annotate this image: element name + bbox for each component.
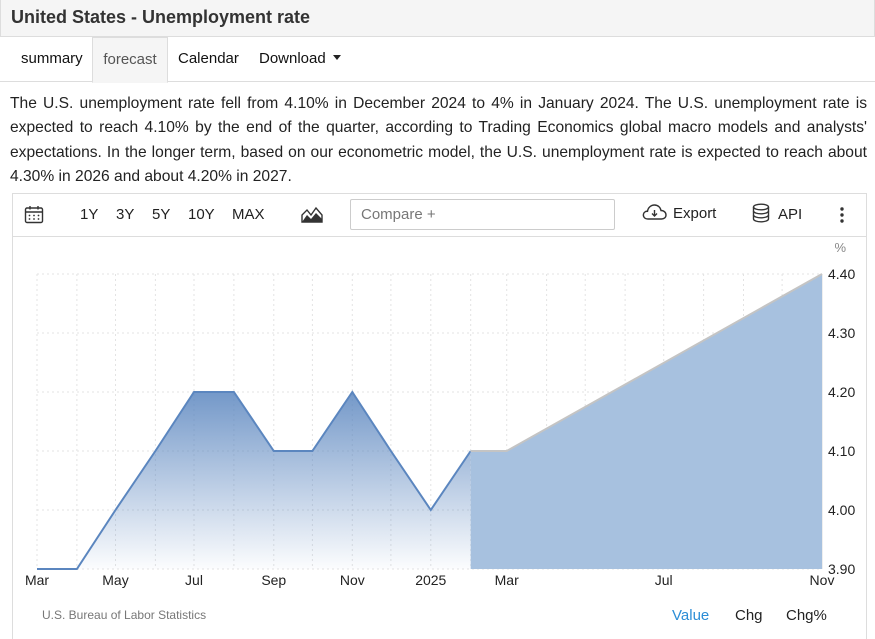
y-tick-label: 4.20: [828, 384, 855, 400]
chart-toolbar: 1Y 3Y 5Y 10Y MAX Export API: [13, 194, 866, 237]
unit-label: %: [834, 240, 846, 255]
tab-download[interactable]: Download: [259, 37, 341, 80]
range-1y[interactable]: 1Y: [80, 206, 98, 223]
range-3y[interactable]: 3Y: [116, 206, 134, 223]
cloud-download-icon: [642, 204, 667, 220]
range-max[interactable]: MAX: [232, 206, 265, 223]
export-button[interactable]: Export: [642, 204, 717, 223]
x-tick-label: Sep: [261, 572, 286, 588]
y-tick-label: 4.30: [828, 325, 855, 341]
compare-input[interactable]: [350, 199, 615, 230]
calendar-icon[interactable]: [24, 205, 44, 228]
export-label: Export: [673, 205, 717, 222]
area-layer: [37, 273, 823, 570]
x-tick-label: Nov: [810, 572, 835, 588]
chevron-down-icon: [332, 54, 341, 60]
download-label: Download: [259, 50, 326, 67]
tab-summary[interactable]: summary: [21, 37, 83, 80]
x-tick-label: Jul: [185, 572, 203, 588]
forecast-area: [470, 274, 822, 569]
page-title: United States - Unemployment rate: [11, 7, 311, 27]
chart-plot: % 3.904.004.104.204.304.40Mar May Jul Sep No…: [25, 240, 856, 588]
x-tick-label: 2025: [415, 572, 446, 588]
x-tick-label: Mar: [25, 572, 49, 588]
x-tick-label: May: [102, 572, 128, 588]
x-tick-label: Jul: [655, 572, 673, 588]
chgpct-toggle[interactable]: Chg%: [786, 607, 827, 624]
chart-container: 1Y 3Y 5Y 10Y MAX Export API: [12, 193, 867, 639]
chart-type-icon[interactable]: [301, 206, 323, 228]
range-5y[interactable]: 5Y: [152, 206, 170, 223]
chg-toggle[interactable]: Chg: [735, 607, 763, 624]
source-label: U.S. Bureau of Labor Statistics: [42, 608, 207, 622]
database-icon: [752, 203, 770, 223]
tab-bar: summary forecast Calendar Download: [0, 37, 875, 83]
more-options-icon[interactable]: [839, 207, 845, 227]
range-10y[interactable]: 10Y: [188, 206, 215, 223]
y-tick-label: 4.10: [828, 443, 855, 459]
x-tick-label: Mar: [495, 572, 519, 588]
x-tick-label: Nov: [340, 572, 365, 588]
y-tick-label: 4.00: [828, 502, 855, 518]
api-label: API: [778, 205, 803, 223]
tab-calendar[interactable]: Calendar: [178, 37, 239, 80]
title-bar: United States - Unemployment rate: [0, 0, 875, 37]
api-button[interactable]: API: [752, 203, 803, 225]
y-tick-label: 4.40: [828, 266, 855, 282]
value-toggle[interactable]: Value: [672, 607, 709, 624]
tab-forecast[interactable]: forecast: [92, 37, 168, 83]
historical-area: [37, 392, 471, 569]
description-text: The U.S. unemployment rate fell from 4.1…: [10, 95, 867, 185]
